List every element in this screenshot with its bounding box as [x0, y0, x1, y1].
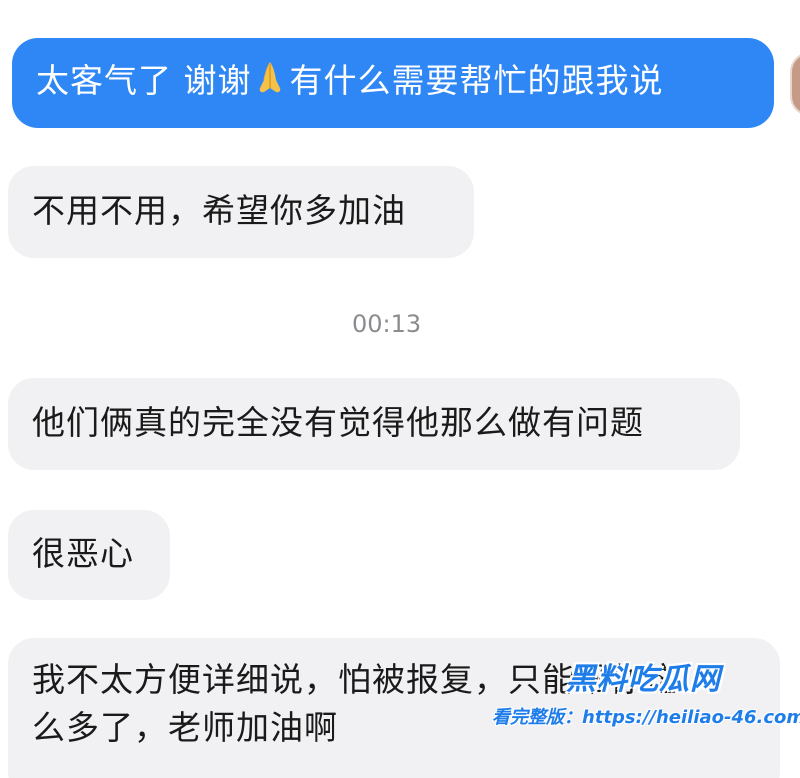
incoming-message-bubble[interactable]: 不用不用，希望你多加油: [8, 166, 474, 258]
incoming-message-bubble[interactable]: 他们俩真的完全没有觉得他那么做有问题: [8, 378, 740, 470]
watermark-title: 黑料吃瓜网: [566, 662, 721, 697]
watermark-link: 看完整版：https://heiliao-46.com: [492, 707, 800, 728]
message-timestamp: 00:13: [352, 310, 422, 338]
chat-screen: 太客气了 谢谢 有什么需要帮忙的跟我说 不用不用，希望你多加油 00:13 他们俩…: [0, 0, 800, 778]
message-text: 很恶心: [32, 534, 134, 573]
message-text: 不用不用，希望你多加油: [32, 191, 406, 230]
message-text: 有什么需要帮忙的跟我说: [289, 61, 664, 100]
folded-hands-icon: [254, 58, 286, 98]
incoming-message-bubble[interactable]: 很恶心: [8, 510, 170, 600]
avatar[interactable]: [790, 52, 800, 116]
outgoing-message-bubble[interactable]: 太客气了 谢谢 有什么需要帮忙的跟我说: [12, 38, 774, 128]
message-text: 他们俩真的完全没有觉得他那么做有问题: [32, 403, 644, 442]
message-text: 太客气了 谢谢: [36, 61, 252, 100]
